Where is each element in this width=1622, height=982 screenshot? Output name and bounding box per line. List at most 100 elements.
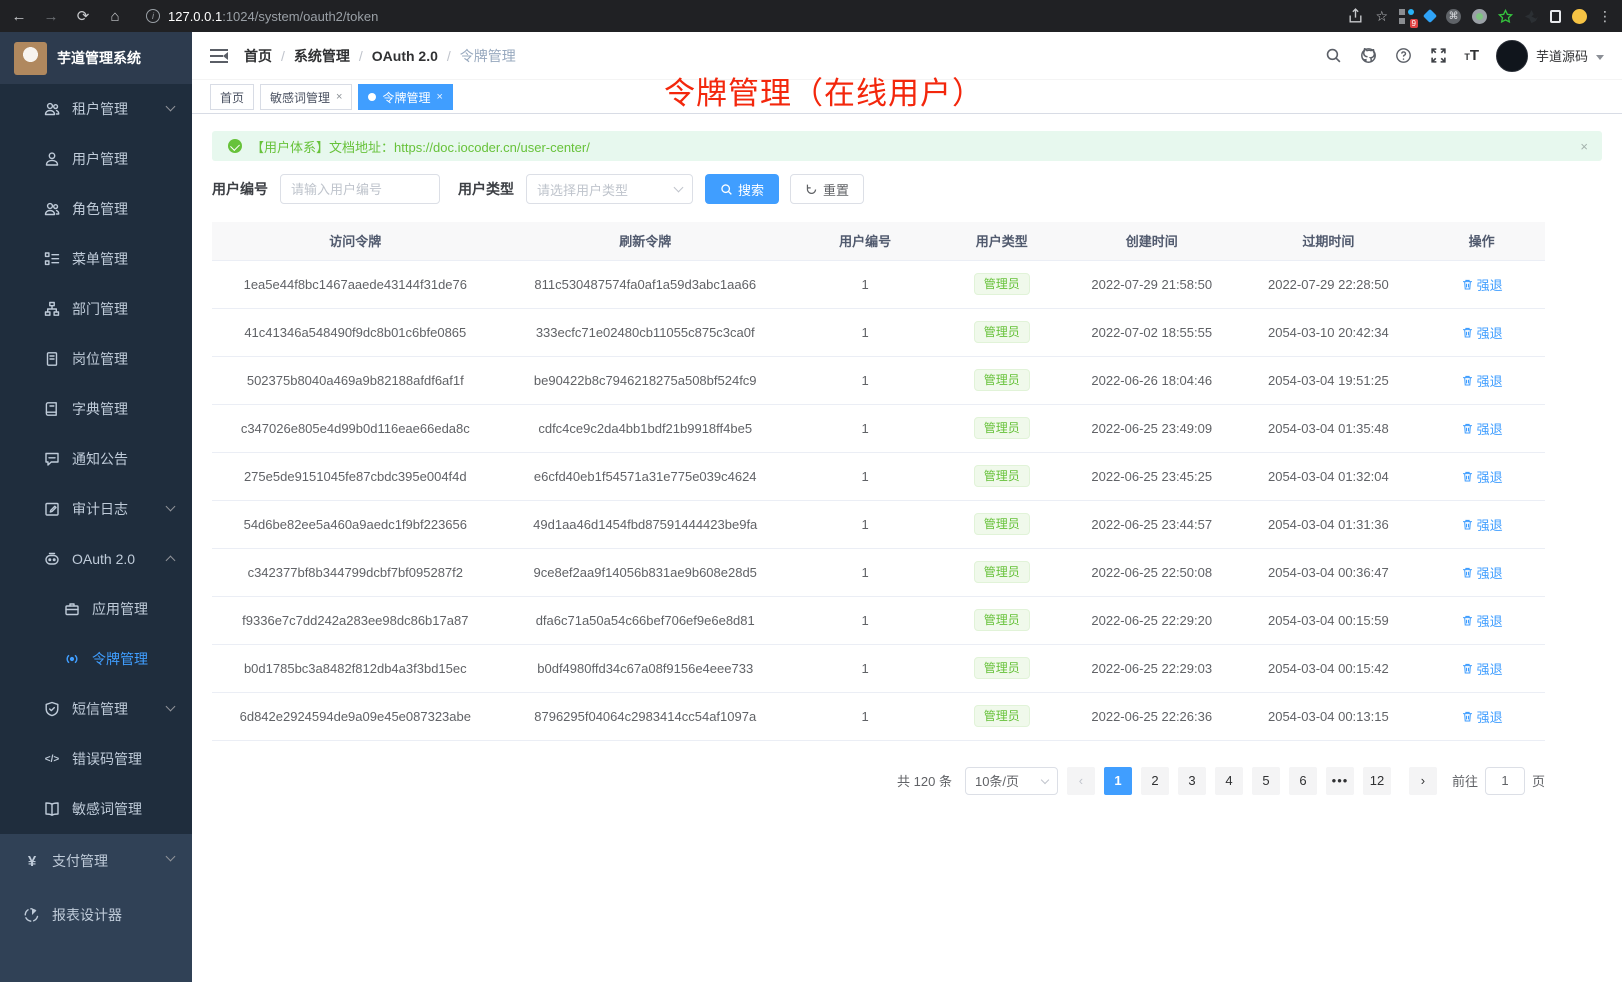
font-size-icon[interactable]: TT xyxy=(1464,47,1479,64)
page-number-button[interactable]: 4 xyxy=(1215,767,1243,795)
tenant-icon xyxy=(44,101,60,117)
alert-close-icon[interactable]: × xyxy=(1580,139,1588,154)
close-icon[interactable]: × xyxy=(336,91,342,103)
force-logout-button[interactable]: 强退 xyxy=(1461,371,1503,390)
more-pages-button[interactable]: ••• xyxy=(1326,767,1354,795)
profile-avatar-icon[interactable] xyxy=(1572,9,1587,24)
sidebar-item-token[interactable]: 令牌管理 xyxy=(0,634,192,684)
goto-page-input[interactable] xyxy=(1485,767,1525,795)
bookmark-star-icon[interactable]: ☆ xyxy=(1375,8,1388,25)
user-type-badge: 管理员 xyxy=(974,465,1030,487)
menu-item-label: 令牌管理 xyxy=(92,649,148,669)
breadcrumb-item[interactable]: 首页 xyxy=(244,46,272,66)
menu-item-label: 敏感词管理 xyxy=(72,799,142,819)
site-info-icon[interactable]: i xyxy=(146,9,160,23)
tab-label: 首页 xyxy=(220,89,244,106)
sidebar-item-yen[interactable]: ¥ 支付管理 xyxy=(0,834,192,888)
column-header: 过期时间 xyxy=(1238,222,1418,260)
force-logout-button[interactable]: 强退 xyxy=(1461,611,1503,630)
access-token-cell: 54d6be82ee5a460a9aedc1f9bf223656 xyxy=(212,500,499,548)
user-id-cell: 1 xyxy=(792,452,939,500)
force-logout-button[interactable]: 强退 xyxy=(1461,563,1503,582)
sidebar-item-user[interactable]: 用户管理 xyxy=(0,134,192,184)
sidebar-item-tenant[interactable]: 租户管理 xyxy=(0,84,192,134)
extension-window-icon[interactable] xyxy=(1550,10,1561,23)
sidebar-item-book[interactable]: 敏感词管理 xyxy=(0,784,192,834)
extension-gem-icon[interactable] xyxy=(1423,9,1437,23)
tab-首页[interactable]: 首页 × xyxy=(210,84,254,110)
sidebar-item-tree[interactable]: 菜单管理 xyxy=(0,234,192,284)
sidebar-item-shield[interactable]: 短信管理 xyxy=(0,684,192,734)
force-logout-button[interactable]: 强退 xyxy=(1461,659,1503,678)
browser-menu-icon[interactable]: ⋮ xyxy=(1598,8,1612,25)
breadcrumb-item[interactable]: OAuth 2.0 xyxy=(372,48,438,64)
extension-pin-icon[interactable] xyxy=(1524,9,1539,24)
sidebar-item-org[interactable]: 部门管理 xyxy=(0,284,192,334)
search-icon[interactable] xyxy=(1324,47,1342,65)
sidebar-item-app[interactable]: 应用管理 xyxy=(0,584,192,634)
page-number-button[interactable]: 2 xyxy=(1141,767,1169,795)
home-icon[interactable]: ⌂ xyxy=(106,7,124,25)
user-menu[interactable]: 芋道源码 xyxy=(1496,40,1604,72)
page-number-button[interactable]: 12 xyxy=(1363,767,1391,795)
user-id-input[interactable] xyxy=(280,174,440,204)
expire-time-cell: 2054-03-10 20:42:34 xyxy=(1238,308,1418,356)
token-table: 访问令牌刷新令牌用户编号用户类型创建时间过期时间操作 1ea5e44f8bc14… xyxy=(212,222,1545,741)
fullscreen-icon[interactable] xyxy=(1429,47,1447,65)
extension-dot-icon[interactable] xyxy=(1472,9,1487,24)
sidebar-item-chart[interactable]: 报表设计器 xyxy=(0,888,192,942)
access-token-cell: c347026e805e4d99b0d116eae66eda8c xyxy=(212,404,499,452)
force-logout-button[interactable]: 强退 xyxy=(1461,515,1503,534)
next-page-button[interactable]: › xyxy=(1409,767,1437,795)
tab-敏感词管理[interactable]: 敏感词管理 × xyxy=(260,84,352,110)
page-number-button[interactable]: 3 xyxy=(1178,767,1206,795)
refresh-token-cell: cdfc4ce9c2da4bb1bdf21b9918ff4be5 xyxy=(499,404,792,452)
help-icon[interactable] xyxy=(1394,47,1412,65)
chevron-down-icon xyxy=(1596,55,1604,60)
close-icon[interactable]: × xyxy=(436,91,442,103)
page-number-button[interactable]: 1 xyxy=(1104,767,1132,795)
extensions-grid-icon[interactable]: 9 xyxy=(1399,9,1414,24)
page-number-button[interactable]: 6 xyxy=(1289,767,1317,795)
reload-icon[interactable]: ⟳ xyxy=(74,7,92,25)
page-size-select[interactable]: 10条/页 xyxy=(965,767,1058,795)
page-number-button[interactable]: 5 xyxy=(1252,767,1280,795)
force-logout-button[interactable]: 强退 xyxy=(1461,323,1503,342)
force-logout-button[interactable]: 强退 xyxy=(1461,467,1503,486)
sidebar-item-code[interactable]: </> 错误码管理 xyxy=(0,734,192,784)
tab-令牌管理[interactable]: 令牌管理 × xyxy=(358,84,452,110)
sidebar-item-audit[interactable]: 审计日志 xyxy=(0,484,192,534)
share-icon[interactable] xyxy=(1346,7,1364,25)
sidebar-item-dict[interactable]: 字典管理 xyxy=(0,384,192,434)
back-icon[interactable]: ← xyxy=(10,7,28,25)
extension-badge: 9 xyxy=(1410,19,1418,28)
success-check-icon xyxy=(228,139,242,153)
extension-command-icon[interactable]: ⌘ xyxy=(1446,9,1461,24)
refresh-icon xyxy=(805,183,818,196)
user-type-select[interactable]: 请选择用户类型 xyxy=(526,174,693,204)
reset-button[interactable]: 重置 xyxy=(790,174,864,204)
audit-icon xyxy=(44,501,60,517)
sidebar-item-users[interactable]: 角色管理 xyxy=(0,184,192,234)
app-logo[interactable]: 芋道管理系统 xyxy=(0,32,192,84)
force-logout-button[interactable]: 强退 xyxy=(1461,707,1503,726)
menu-item-label: OAuth 2.0 xyxy=(72,551,135,567)
url-bar[interactable]: i 127.0.0.1:1024/system/oauth2/token xyxy=(138,9,1332,24)
force-logout-button[interactable]: 强退 xyxy=(1461,275,1503,294)
extension-star-icon[interactable] xyxy=(1498,9,1513,24)
forward-icon[interactable]: → xyxy=(42,7,60,25)
sidebar-item-badge[interactable]: 岗位管理 xyxy=(0,334,192,384)
refresh-token-cell: e6cfd40eb1f54571a31e775e039c4624 xyxy=(499,452,792,500)
alert-doc-link[interactable]: https://doc.iocoder.cn/user-center/ xyxy=(394,140,590,155)
sidebar-item-comment[interactable]: 通知公告 xyxy=(0,434,192,484)
search-button[interactable]: 搜索 xyxy=(705,174,779,204)
browser-chrome: ← → ⟳ ⌂ i 127.0.0.1:1024/system/oauth2/t… xyxy=(0,0,1622,32)
table-row: 6d842e2924594de9a09e45e087323abe 8796295… xyxy=(212,692,1545,740)
github-icon[interactable] xyxy=(1359,47,1377,65)
sidebar-item-robot[interactable]: OAuth 2.0 xyxy=(0,534,192,584)
collapse-sidebar-icon[interactable] xyxy=(210,49,228,63)
yen-icon: ¥ xyxy=(24,853,40,869)
force-logout-button[interactable]: 强退 xyxy=(1461,419,1503,438)
prev-page-button[interactable]: ‹ xyxy=(1067,767,1095,795)
breadcrumb-item[interactable]: 系统管理 xyxy=(294,46,350,66)
